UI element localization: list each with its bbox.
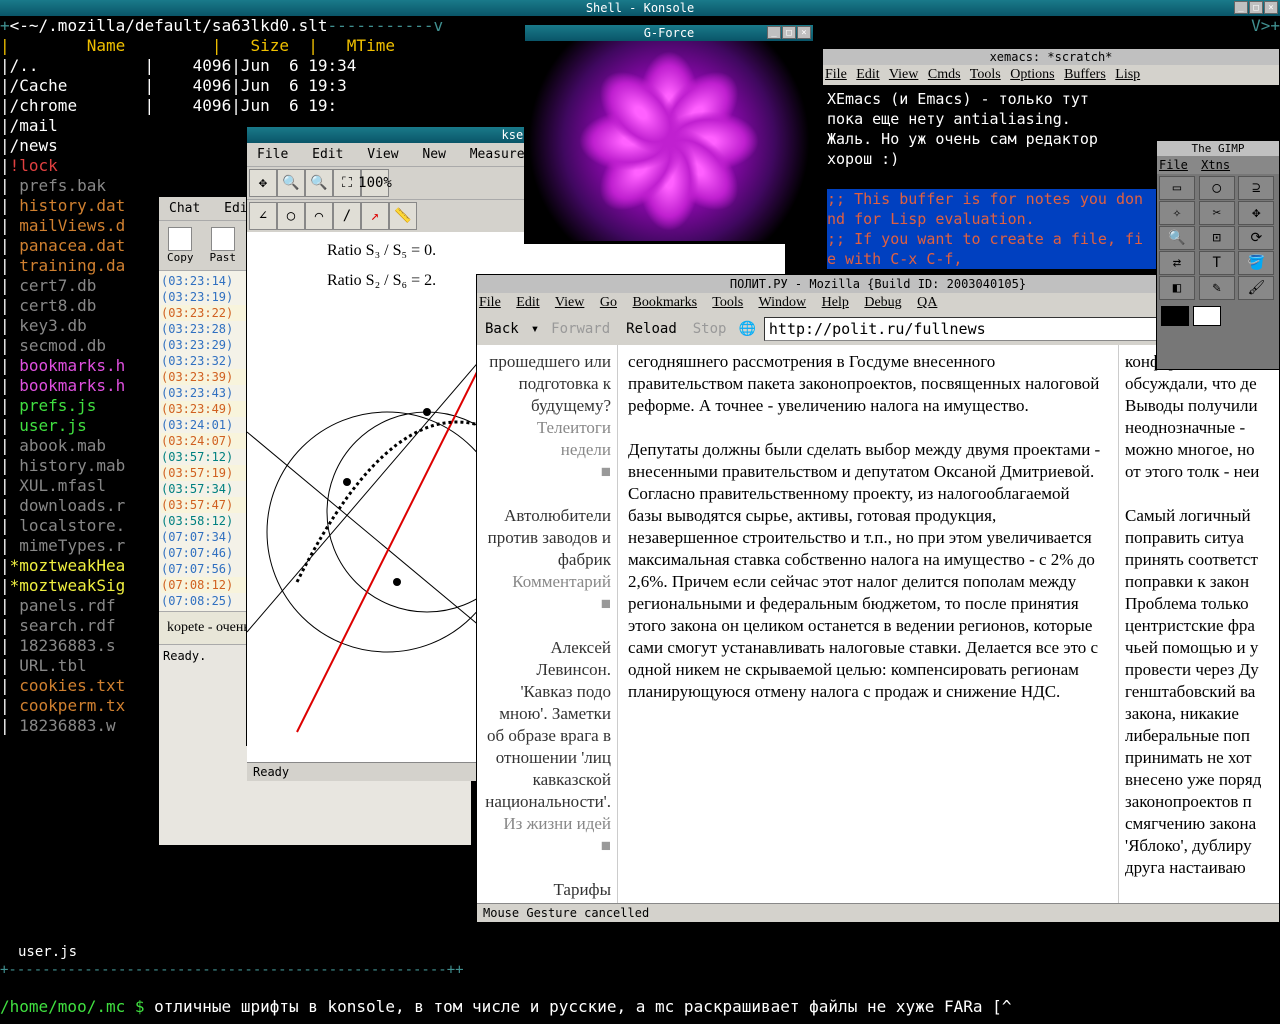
menu-file[interactable]: File	[825, 67, 847, 82]
menu-xtns[interactable]: Xtns	[1201, 158, 1230, 172]
menu-bookmarks[interactable]: Bookmarks	[632, 295, 697, 310]
paste-button[interactable]: Past	[206, 225, 241, 266]
maximize-icon[interactable]: □	[1249, 1, 1263, 14]
mc-path-arrow: +	[0, 16, 10, 35]
brush-icon[interactable]: 🖌	[1238, 276, 1274, 300]
sidebar-column: прошедшего или подготовка к будущему? Те…	[477, 345, 617, 903]
gimp-toolbox: The GIMP File Xtns ▭ ◯ ⊇ ✧ ✂ ✥ 🔍 ⊡ ⟳ ⇄ T…	[1156, 140, 1280, 370]
zoom-100-icon[interactable]: 100%	[361, 169, 389, 197]
minimize-icon[interactable]: _	[1234, 1, 1248, 14]
menu-tools[interactable]: Tools	[970, 67, 1001, 82]
gradient-icon[interactable]: ◧	[1159, 276, 1195, 300]
circle-tool-icon[interactable]: ○	[277, 202, 305, 230]
menu-debug[interactable]: Debug	[864, 295, 901, 310]
menu-chat[interactable]: Chat	[161, 199, 208, 218]
ellipse-select-icon[interactable]: ◯	[1199, 176, 1235, 200]
fg-color[interactable]	[1161, 306, 1189, 326]
mozilla-window: ПОЛИТ.РУ - Mozilla {Build ID: 2003040105…	[476, 274, 1280, 914]
gforce-window: G-Force _ □ ×	[524, 24, 814, 244]
arc-tool-icon[interactable]: ⌒	[305, 202, 333, 230]
site-icon: 🌐	[738, 321, 755, 337]
back-button[interactable]: Back	[481, 319, 523, 339]
mc-path: <-~/.mozilla/default/sa63lkd0.slt	[10, 16, 328, 35]
menu-qa[interactable]: QA	[917, 295, 937, 310]
close-icon[interactable]: ×	[797, 26, 811, 39]
minimize-icon[interactable]: _	[767, 26, 781, 39]
move-icon[interactable]: ✥	[1238, 201, 1274, 225]
zoom-out-icon[interactable]: 🔍	[305, 169, 333, 197]
menu-edit[interactable]: Edit	[856, 67, 879, 82]
xemacs-menubar: File Edit View Cmds Tools Options Buffer…	[823, 65, 1279, 85]
close-icon[interactable]: ×	[1264, 1, 1278, 14]
browser-content[interactable]: прошедшего или подготовка к будущему? Те…	[477, 345, 1279, 903]
shell-prompt[interactable]: /home/moo/.mc $ отличные шрифты в konsol…	[0, 997, 1011, 1016]
menu-file[interactable]: File	[479, 295, 501, 310]
visualizer	[525, 41, 813, 241]
menu-lisp[interactable]: Lisp	[1115, 67, 1140, 82]
mozilla-statusbar: Mouse Gesture cancelled	[477, 903, 1279, 922]
stop-button[interactable]: Stop	[689, 319, 731, 339]
konsole-titlebar[interactable]: Shell - Konsole _ □ ×	[0, 0, 1280, 16]
ruler-tool-icon[interactable]: 📏	[389, 202, 417, 230]
wand-icon[interactable]: ✧	[1159, 201, 1195, 225]
crop-icon[interactable]: ⊡	[1199, 226, 1235, 250]
maximize-icon[interactable]: □	[782, 26, 796, 39]
xemacs-titlebar[interactable]: xemacs: *scratch*	[823, 49, 1279, 65]
menu-new[interactable]: New	[414, 145, 453, 164]
scissors-icon[interactable]: ✂	[1199, 201, 1235, 225]
gimp-titlebar[interactable]: The GIMP	[1157, 141, 1279, 156]
reload-button[interactable]: Reload	[622, 319, 681, 339]
menu-view[interactable]: View	[889, 67, 918, 82]
menu-window[interactable]: Window	[758, 295, 806, 310]
konsole-title: Shell - Konsole	[586, 1, 694, 15]
gforce-titlebar[interactable]: G-Force _ □ ×	[525, 25, 813, 41]
dropdown-icon[interactable]: ▾	[531, 321, 539, 337]
menu-edit[interactable]: Edit	[304, 145, 351, 164]
gimp-menubar: File Xtns	[1157, 156, 1279, 174]
menu-cmds[interactable]: Cmds	[928, 67, 961, 82]
zoom-in-icon[interactable]: 🔍	[277, 169, 305, 197]
copy-icon	[168, 227, 192, 251]
menu-tools[interactable]: Tools	[712, 295, 743, 310]
bucket-icon[interactable]: 🪣	[1238, 251, 1274, 275]
menu-buffers[interactable]: Buffers	[1064, 67, 1106, 82]
copy-button[interactable]: Copy	[163, 225, 198, 266]
angle-tool-icon[interactable]: ∠	[249, 202, 277, 230]
rect-select-icon[interactable]: ▭	[1159, 176, 1195, 200]
menu-go[interactable]: Go	[600, 295, 617, 310]
color-swatches	[1157, 302, 1279, 330]
flip-icon[interactable]: ⇄	[1159, 251, 1195, 275]
menu-file[interactable]: File	[249, 145, 296, 164]
segment-tool-icon[interactable]: /	[333, 202, 361, 230]
forward-button[interactable]: Forward	[547, 319, 614, 339]
move-tool-icon[interactable]: ✥	[249, 169, 277, 197]
text-icon[interactable]: T	[1199, 251, 1235, 275]
line-tool-icon[interactable]: ↗	[361, 202, 389, 230]
lasso-icon[interactable]: ⊇	[1238, 176, 1274, 200]
rotate-icon[interactable]: ⟳	[1238, 226, 1274, 250]
menu-options[interactable]: Options	[1010, 67, 1054, 82]
zoom-fit-icon[interactable]: ⛶	[333, 169, 361, 197]
article-body: сегодняшнего рассмотрения в Госдуме внес…	[617, 345, 1119, 903]
menu-view[interactable]: View	[359, 145, 406, 164]
mc-bottom-border: +---------------------------------------…	[0, 962, 464, 978]
menu-file[interactable]: File	[1159, 158, 1188, 172]
bg-color[interactable]	[1193, 306, 1221, 326]
zoom-icon[interactable]: 🔍	[1159, 226, 1195, 250]
mc-selected-file: user.js	[18, 944, 77, 960]
pencil-icon[interactable]: ✎	[1199, 276, 1235, 300]
menu-edit[interactable]: Edit	[516, 295, 539, 310]
right-column: конферен обсуждали, что де Выводы получи…	[1119, 345, 1279, 903]
paste-icon	[211, 227, 235, 251]
menu-view[interactable]: View	[555, 295, 584, 310]
menu-help[interactable]: Help	[822, 295, 849, 310]
menu-measure[interactable]: Measure	[462, 145, 533, 164]
gimp-tools: ▭ ◯ ⊇ ✧ ✂ ✥ 🔍 ⊡ ⟳ ⇄ T 🪣 ◧ ✎ 🖌	[1157, 174, 1279, 302]
mc-border: -----------v	[328, 16, 444, 35]
